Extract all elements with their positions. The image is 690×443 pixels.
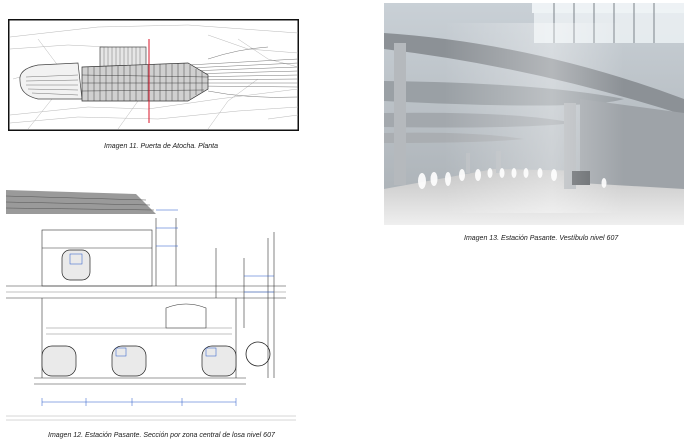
site-plan-drawing <box>8 19 299 131</box>
section-drawing <box>6 188 296 426</box>
figure-11-site-plan <box>8 19 299 131</box>
figure-12-caption: Imagen 12. Estación Pasante. Sección por… <box>48 432 275 439</box>
vestibule-render <box>384 3 684 225</box>
figure-13-render <box>384 3 684 225</box>
figure-13-caption: Imagen 13. Estación Pasante. Vestíbulo n… <box>464 235 619 242</box>
figure-12-section <box>6 188 296 426</box>
figure-11-caption: Imagen 11. Puerta de Atocha. Planta <box>104 143 219 150</box>
